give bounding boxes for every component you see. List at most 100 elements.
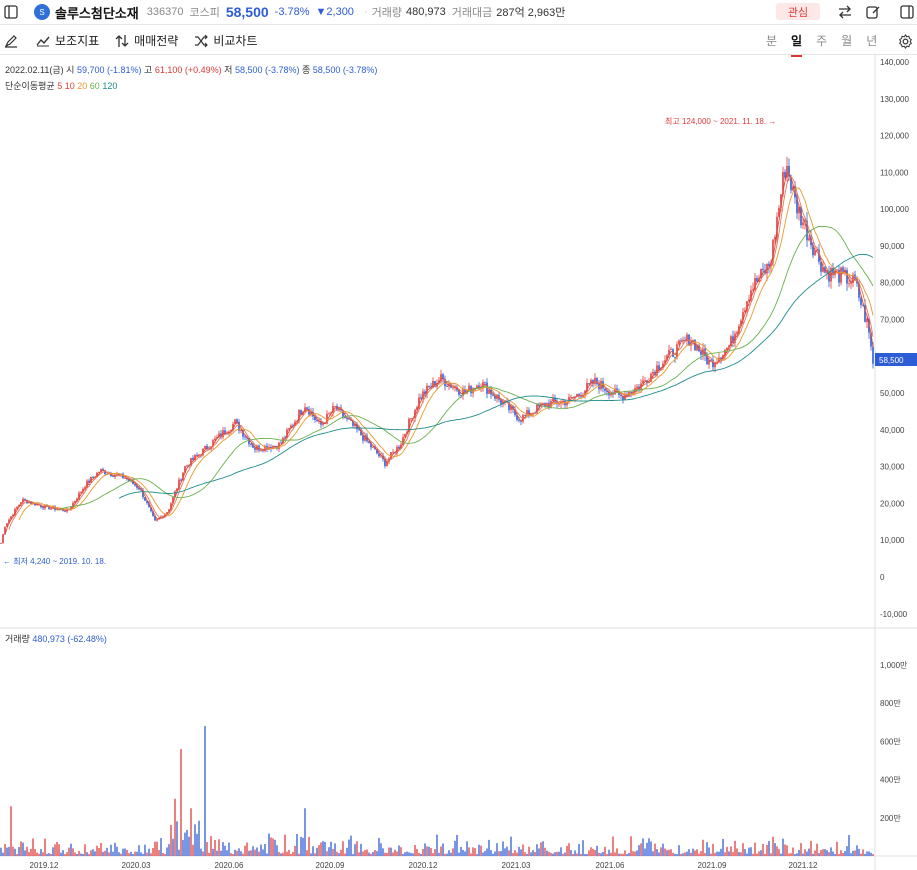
volume-bar [220, 850, 222, 856]
volume-bar [862, 849, 864, 856]
volume-bar [512, 853, 514, 856]
volume-info-value: 480,973 (-62.48%) [32, 634, 107, 644]
volume-bar [384, 852, 386, 856]
volume-bar [458, 852, 460, 856]
volume-bar [250, 850, 252, 856]
indicators-label: 보조지표 [55, 34, 100, 48]
indicators-button[interactable]: 보조지표 [36, 32, 99, 49]
volume-bar [360, 843, 362, 856]
volume-bar [492, 853, 494, 856]
volume-bar [564, 852, 566, 856]
volume-bar [818, 853, 820, 856]
volume-bar [210, 836, 212, 856]
volume-bar [440, 846, 442, 856]
volume-bar [242, 853, 244, 856]
tab-week[interactable]: 주 [816, 32, 827, 49]
volume-bar [750, 847, 752, 856]
volume-bar [788, 853, 790, 856]
volume-bar [428, 846, 430, 856]
volume-bar [642, 838, 644, 856]
sidebar-toggle-icon[interactable] [0, 1, 22, 23]
volume-bar [462, 849, 464, 856]
volume-bar [704, 853, 706, 856]
candle-body [652, 371, 654, 374]
volume-bar [834, 853, 836, 856]
volume-bar [674, 853, 676, 856]
strategy-button[interactable]: 매매전략 [115, 32, 178, 49]
volume-bar [66, 852, 68, 856]
volume-bar [554, 852, 556, 856]
tab-minute[interactable]: 분 [766, 32, 777, 49]
volume-bar [452, 848, 454, 856]
volume-bar [158, 849, 160, 856]
volume-bar [184, 832, 186, 856]
volume-bar [232, 854, 234, 856]
volume-bar [782, 838, 784, 856]
volume-bar [6, 847, 8, 856]
volume-bar [484, 850, 486, 856]
high-value: 61,100 (+0.49%) [154, 65, 222, 75]
candle-body [306, 407, 308, 410]
volume-bar [240, 851, 242, 856]
volume-axis-label: 400만 [880, 776, 901, 785]
volume-bar [214, 839, 216, 856]
volume-bar [420, 853, 422, 856]
stock-name[interactable]: 솔루스첨단소재 [55, 3, 139, 22]
volume-axis-label: 1,000만 [880, 661, 908, 670]
volume-bar [616, 848, 618, 856]
volume-bar [46, 853, 48, 856]
volume-bar [136, 851, 138, 856]
volume-bar [94, 851, 96, 856]
strategy-label: 매매전략 [134, 34, 179, 48]
volume-bar [760, 850, 762, 856]
volume-bar [12, 846, 14, 856]
volume-bar [362, 851, 364, 856]
volume-bar [310, 853, 312, 856]
volume-bar [28, 852, 30, 856]
volume-bar [590, 847, 592, 856]
tab-year[interactable]: 년 [866, 32, 877, 49]
volume-bar [598, 852, 600, 856]
price-chart[interactable]: 140,000 130,000 120,000 110,000 100,000 90,00… [0, 55, 917, 870]
volume-bar [580, 853, 582, 856]
volume-bar [864, 853, 866, 856]
price-axis-label: 20,000 [880, 499, 905, 508]
current-price: 58,500 [225, 4, 269, 20]
volume-bar [144, 844, 146, 856]
tab-day[interactable]: 일 [791, 32, 803, 57]
volume-bar [648, 838, 650, 856]
volume-bar [732, 852, 734, 856]
volume-bar [502, 841, 504, 856]
candle-body [762, 268, 764, 271]
ma-legend[interactable]: 단순이동평균 5 10 20 60 120 [5, 79, 117, 92]
volume-bar [302, 837, 304, 856]
volume-bar [722, 838, 724, 856]
volume-bar [392, 852, 394, 856]
volume-bar [268, 833, 270, 856]
candle-body [518, 420, 520, 421]
volume-bar [336, 851, 338, 856]
swap-icon[interactable] [834, 1, 856, 23]
volume-bar [572, 854, 574, 856]
favorite-button[interactable]: 관심 [776, 3, 820, 20]
volume-bar [526, 853, 528, 856]
volume-bar [470, 853, 472, 856]
volume-bar [236, 850, 238, 856]
volume-bar [626, 854, 628, 856]
pen-tool-icon[interactable] [0, 30, 22, 52]
compare-button[interactable]: 비교차트 [194, 32, 258, 49]
edit-icon[interactable] [862, 1, 884, 23]
volume-bar [600, 853, 602, 856]
volume-bar [614, 852, 616, 856]
volume-bar [388, 847, 390, 856]
volume-bar [100, 842, 102, 856]
volume-bar [152, 847, 154, 856]
tab-month[interactable]: 월 [841, 32, 852, 49]
stock-code: 336370 [146, 6, 184, 18]
volume-bar [162, 852, 164, 856]
panel-toggle-icon[interactable] [896, 1, 917, 23]
candle-body [808, 238, 810, 241]
settings-icon[interactable] [894, 30, 916, 52]
volume-bar [106, 847, 108, 856]
volume-bar [370, 853, 372, 856]
